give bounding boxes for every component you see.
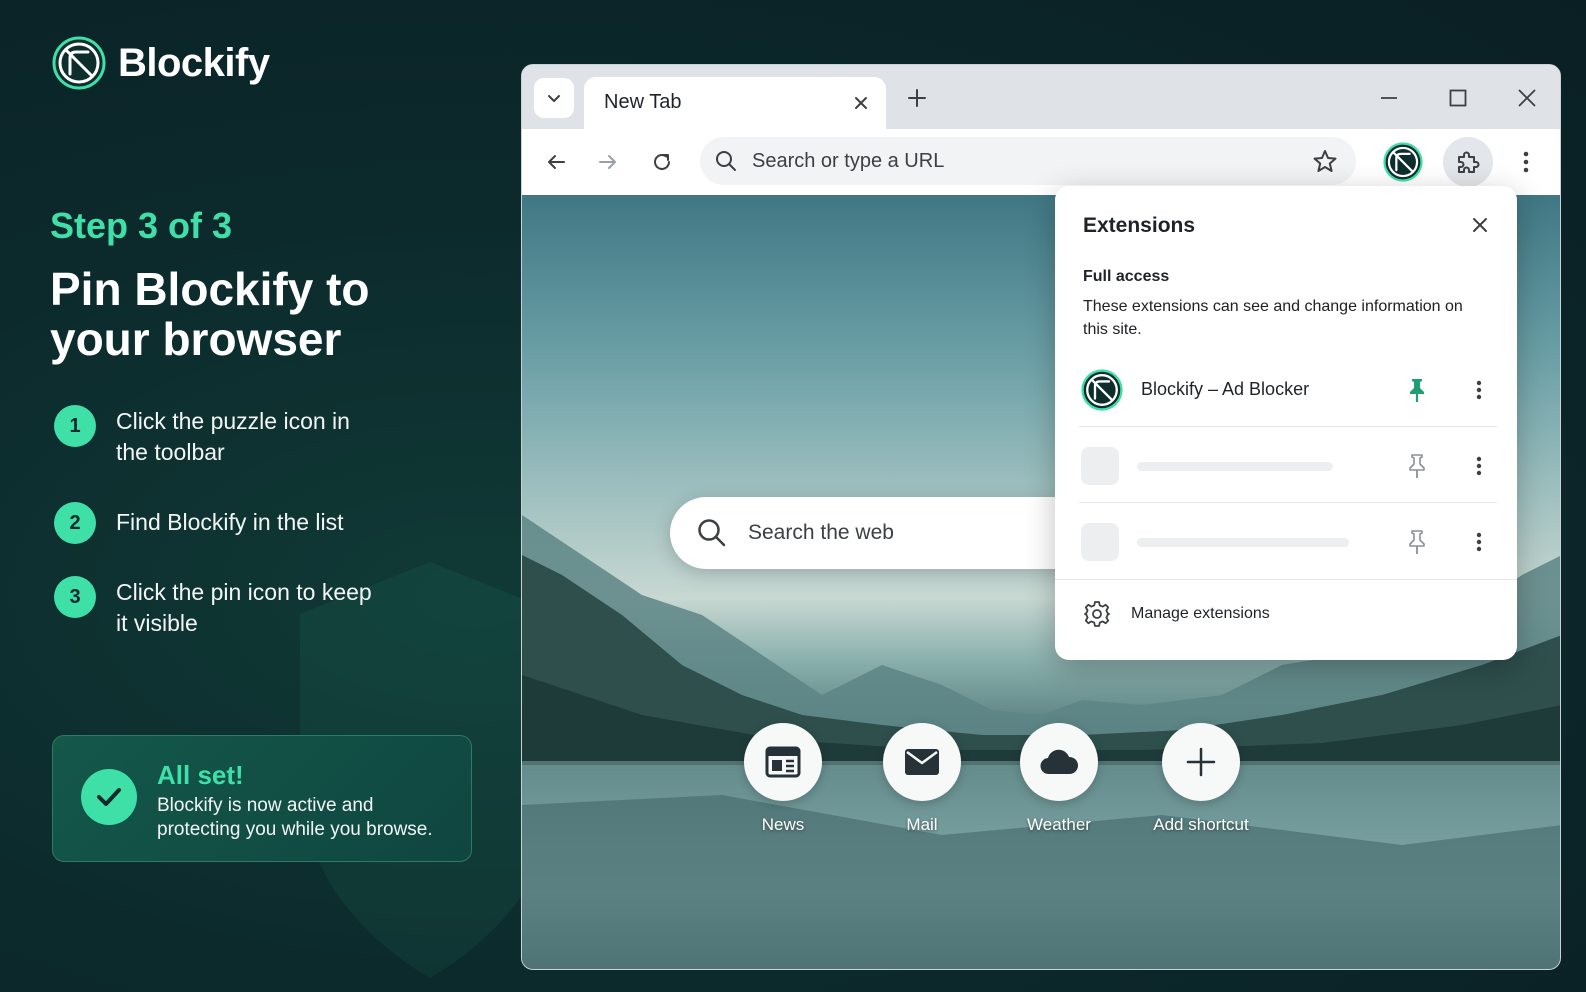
shortcut-label: Add shortcut bbox=[1153, 815, 1249, 834]
pin-button[interactable] bbox=[1405, 528, 1429, 556]
step-number-badge: 3 bbox=[54, 576, 96, 618]
tab-title: New Tab bbox=[604, 91, 682, 113]
instruction-step: 3 Click the pin icon to keep it visible bbox=[54, 576, 376, 639]
shortcut-add[interactable]: Add shortcut bbox=[1136, 723, 1266, 835]
shortcut-weather[interactable]: Weather bbox=[994, 723, 1124, 835]
window-close-button[interactable] bbox=[1512, 83, 1542, 113]
shortcut-label: News bbox=[761, 815, 805, 834]
mail-icon bbox=[905, 749, 939, 775]
tab-close-button[interactable] bbox=[848, 90, 874, 116]
success-description: Blockify is now active and protecting yo… bbox=[157, 795, 433, 840]
arrow-left-icon bbox=[548, 155, 565, 169]
reload-button[interactable] bbox=[644, 144, 680, 180]
extensions-button[interactable] bbox=[1443, 137, 1493, 187]
instruction-step: 1 Click the puzzle icon in the toolbar bbox=[54, 405, 376, 468]
close-icon bbox=[855, 97, 867, 109]
extension-item-placeholder[interactable] bbox=[1079, 428, 1495, 504]
step-text: Click the puzzle icon in the toolbar bbox=[116, 408, 350, 465]
reload-icon bbox=[654, 153, 670, 170]
manage-extensions-label: Manage extensions bbox=[1131, 605, 1270, 622]
pin-outline-icon bbox=[1409, 530, 1425, 554]
divider bbox=[1079, 426, 1497, 427]
tab-search-button[interactable] bbox=[534, 78, 574, 118]
blockify-logo-icon bbox=[52, 36, 106, 90]
extension-more-button[interactable] bbox=[1469, 376, 1489, 404]
placeholder-text bbox=[1137, 462, 1333, 471]
shortcut-tile bbox=[1020, 723, 1098, 801]
new-tab-button[interactable] bbox=[902, 83, 932, 113]
placeholder-icon bbox=[1081, 447, 1119, 485]
extension-more-button[interactable] bbox=[1469, 528, 1489, 556]
success-title: All set! bbox=[157, 760, 244, 790]
shortcut-mail[interactable]: Mail bbox=[857, 723, 987, 835]
pin-filled-icon bbox=[1410, 379, 1424, 402]
address-input[interactable] bbox=[752, 137, 1292, 185]
pin-button[interactable] bbox=[1405, 376, 1429, 404]
section-title: Full access bbox=[1083, 268, 1170, 285]
maximize-icon bbox=[1449, 89, 1467, 107]
step-text: Find Blockify in the list bbox=[116, 509, 344, 535]
address-bar[interactable] bbox=[700, 137, 1356, 185]
back-button[interactable] bbox=[538, 144, 574, 180]
bookmark-star-icon[interactable] bbox=[1312, 148, 1338, 174]
step-number-badge: 2 bbox=[54, 502, 96, 544]
popup-close-button[interactable] bbox=[1465, 210, 1495, 240]
shortcut-label: Weather bbox=[1027, 815, 1091, 834]
extension-item-placeholder[interactable] bbox=[1079, 504, 1495, 580]
close-icon bbox=[1518, 89, 1536, 107]
minimize-button[interactable] bbox=[1374, 83, 1404, 113]
tab-strip: New Tab bbox=[522, 65, 1560, 129]
blockify-extension-button[interactable] bbox=[1382, 141, 1424, 183]
manage-extensions-button[interactable]: Manage extensions bbox=[1083, 600, 1270, 628]
browser-menu-button[interactable] bbox=[1512, 144, 1540, 180]
search-icon bbox=[716, 151, 736, 171]
pin-outline-icon bbox=[1409, 454, 1425, 478]
chevron-down-icon bbox=[548, 95, 560, 102]
more-vertical-icon bbox=[1476, 456, 1482, 476]
blockify-logo-icon bbox=[1383, 142, 1423, 182]
plus-icon bbox=[908, 89, 926, 107]
shortcut-tile bbox=[1162, 723, 1240, 801]
instruction-step: 2 Find Blockify in the list bbox=[54, 502, 376, 544]
divider bbox=[1079, 502, 1497, 503]
page-title: Pin Blockify to your browser bbox=[50, 263, 370, 365]
placeholder-text bbox=[1137, 538, 1349, 547]
minimize-icon bbox=[1381, 97, 1397, 99]
plus-icon bbox=[1186, 747, 1216, 777]
search-icon bbox=[698, 519, 726, 547]
maximize-button[interactable] bbox=[1443, 83, 1473, 113]
extension-name: Blockify – Ad Blocker bbox=[1141, 379, 1310, 399]
shortcut-tile bbox=[744, 723, 822, 801]
placeholder-icon bbox=[1081, 523, 1119, 561]
news-icon bbox=[765, 746, 801, 778]
close-icon bbox=[1473, 218, 1487, 232]
brand: Blockify bbox=[52, 36, 270, 90]
more-vertical-icon bbox=[1523, 151, 1529, 173]
arrow-right-icon bbox=[599, 155, 616, 169]
more-vertical-icon bbox=[1476, 380, 1482, 400]
forward-button[interactable] bbox=[590, 144, 626, 180]
tab-new-tab[interactable]: New Tab bbox=[584, 77, 886, 129]
success-card: All set! Blockify is now active and prot… bbox=[52, 735, 472, 862]
step-number-badge: 1 bbox=[54, 405, 96, 447]
divider bbox=[1055, 579, 1517, 580]
cloud-icon bbox=[1040, 749, 1078, 775]
blockify-logo-icon bbox=[1081, 369, 1123, 411]
popup-title: Extensions bbox=[1083, 214, 1196, 237]
brand-name: Blockify bbox=[118, 40, 270, 85]
shortcut-label: Mail bbox=[906, 815, 938, 834]
extension-more-button[interactable] bbox=[1469, 452, 1489, 480]
step-text: Click the pin icon to keep it visible bbox=[116, 579, 372, 636]
extensions-popup: Extensions Full access These extensions … bbox=[1055, 186, 1517, 660]
section-description: These extensions can see and change info… bbox=[1083, 298, 1463, 338]
extension-item-blockify[interactable]: Blockify – Ad Blocker bbox=[1079, 352, 1495, 428]
pin-button[interactable] bbox=[1405, 452, 1429, 480]
step-indicator: Step 3 of 3 bbox=[50, 205, 233, 246]
checkmark-icon bbox=[81, 769, 137, 825]
more-vertical-icon bbox=[1476, 532, 1482, 552]
shortcut-tile bbox=[883, 723, 961, 801]
gear-icon bbox=[1084, 601, 1110, 627]
puzzle-icon bbox=[1458, 151, 1480, 173]
shortcut-news[interactable]: News bbox=[718, 723, 848, 835]
